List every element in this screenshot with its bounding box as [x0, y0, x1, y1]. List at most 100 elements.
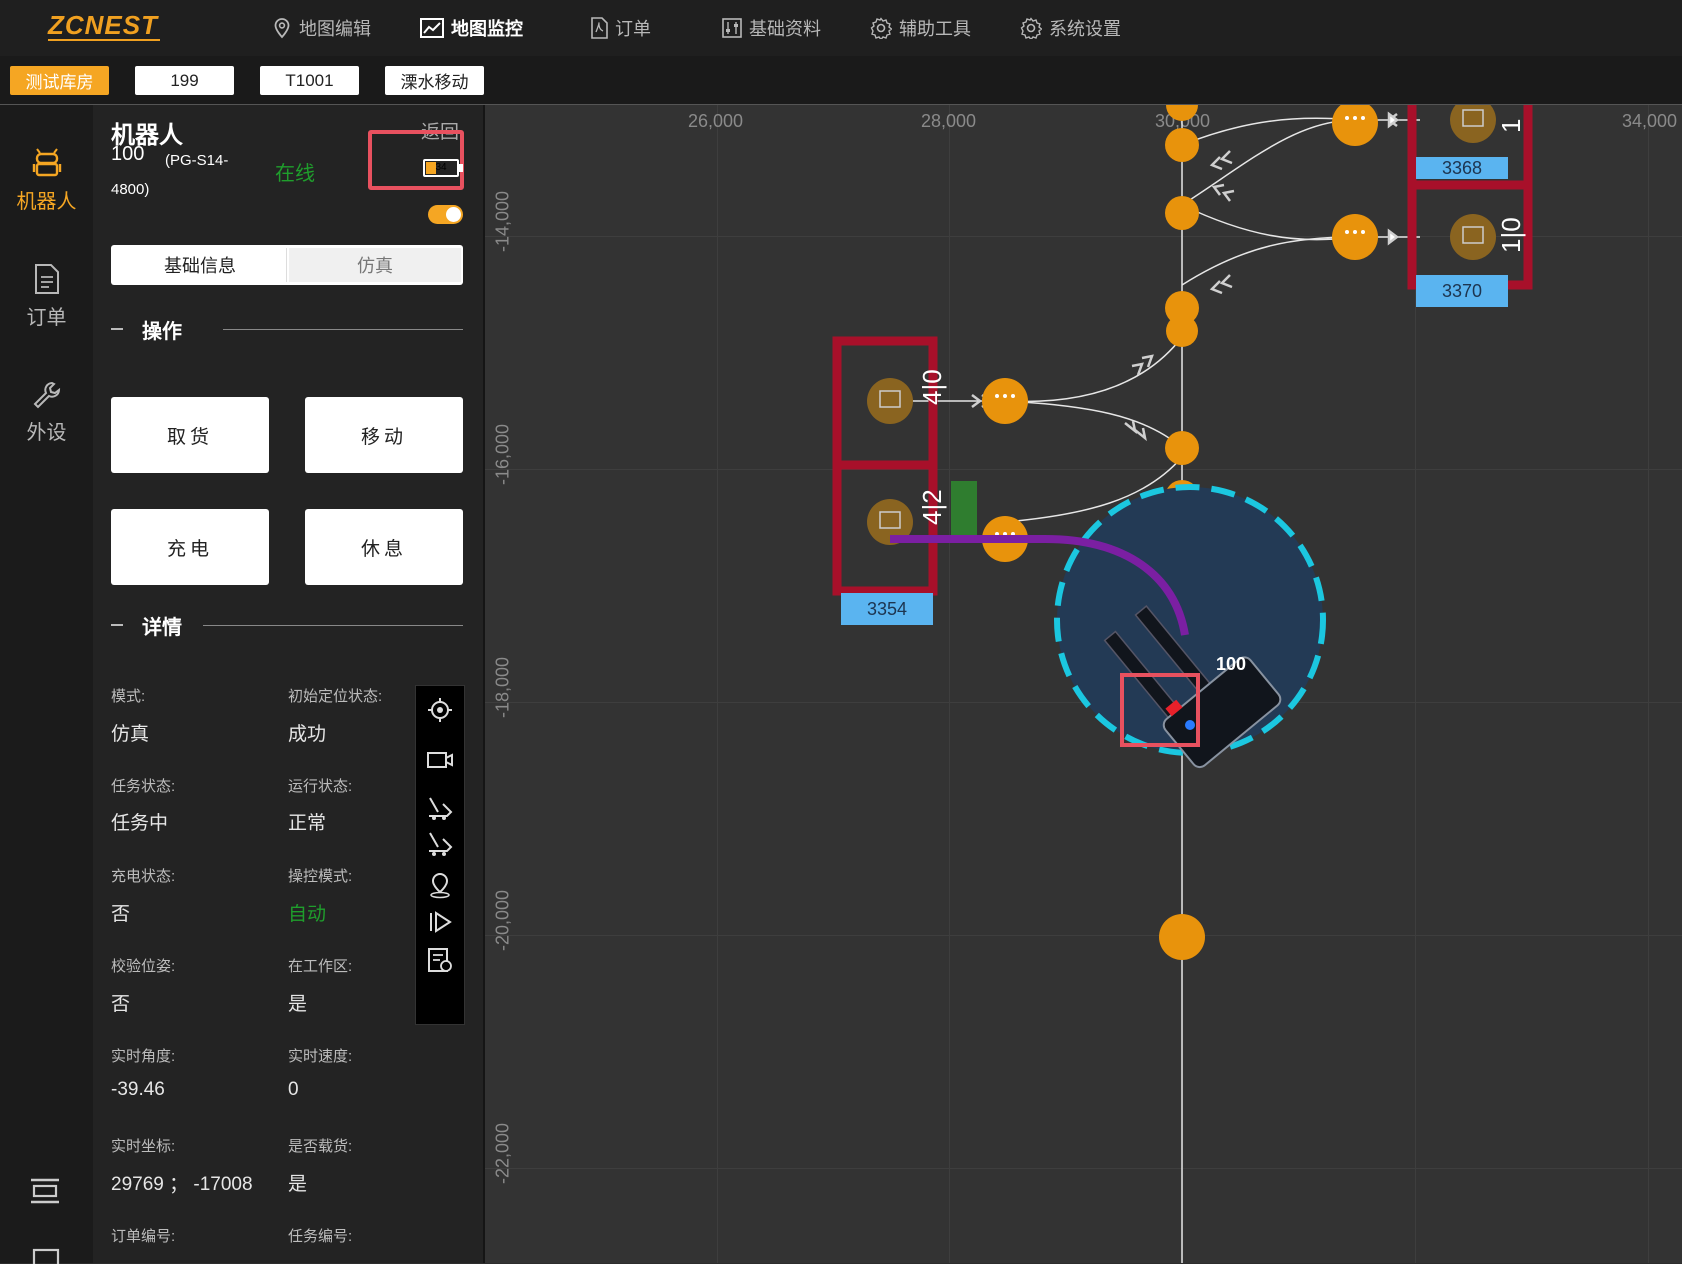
- rail-label: 外设: [26, 422, 67, 444]
- rail-item-robot[interactable]: 机器人: [0, 147, 93, 214]
- nav-label: 系统设置: [1049, 19, 1121, 39]
- nav-label: 基础资料: [749, 19, 821, 39]
- robot-enable-toggle[interactable]: [428, 205, 463, 224]
- waypoint: [1332, 214, 1378, 260]
- shelf-code: 1|0: [1496, 217, 1526, 253]
- shelf-code: 4|2: [917, 489, 947, 525]
- forklift-icon[interactable]: [426, 794, 454, 822]
- section-title: 操作: [142, 320, 182, 343]
- context-field-1[interactable]: 199: [135, 66, 234, 95]
- robot-center-dot: [1185, 720, 1195, 730]
- map-canvas[interactable]: 26,000 28,000 30,000 34,000 -14,000 -16,…: [485, 105, 1682, 1263]
- top-navigation-bar: ZCNEST 地图编辑 地图监控 订单 基础资料 辅助工具 系统设置: [0, 0, 1682, 56]
- detail-label-speed: 实时速度:: [288, 1048, 353, 1065]
- waypoint: [1166, 105, 1198, 121]
- context-bar: 测试库房 199 T1001 溧水移动: [0, 56, 1682, 105]
- robot-model-line2: 4800): [111, 181, 150, 198]
- rest-button[interactable]: 休息: [305, 509, 463, 585]
- layout-icon[interactable]: [32, 1248, 60, 1264]
- section-dash: [111, 328, 123, 330]
- detail-label-init-loc: 初始定位状态:: [288, 688, 383, 705]
- play-step-icon[interactable]: [426, 908, 454, 936]
- detail-label-run-status: 运行状态:: [288, 778, 353, 795]
- sliders-icon: [722, 18, 742, 38]
- rail-label: 订单: [26, 307, 67, 329]
- charge-button[interactable]: 充电: [111, 509, 269, 585]
- detail-label-angle: 实时角度:: [111, 1048, 176, 1065]
- route-curve: [1181, 236, 1356, 286]
- detail-value-coords: 29769 ； -17008: [111, 1174, 253, 1195]
- operations-divider: [223, 317, 463, 341]
- route-curve: [1004, 336, 1183, 403]
- detail-value-loaded: 是: [288, 1174, 308, 1195]
- rail-item-orders[interactable]: 订单: [0, 263, 93, 330]
- nav-label: 地图编辑: [299, 19, 371, 39]
- toggle-knob: [446, 207, 461, 222]
- tab-simulation[interactable]: 仿真: [289, 248, 461, 282]
- operations-section-header: 操作: [111, 317, 182, 343]
- robot-model-line1: (PG-S14-: [165, 152, 229, 169]
- detail-value-charge-status: 否: [111, 904, 131, 925]
- robot-tool-strip: [415, 685, 465, 1025]
- locate-target-icon[interactable]: [426, 696, 454, 724]
- nav-label: 地图监控: [451, 19, 523, 39]
- route-curve: [1181, 204, 1356, 241]
- rail-item-peripherals[interactable]: 外设: [0, 380, 93, 445]
- nav-orders[interactable]: 订单: [590, 0, 651, 56]
- wrench-icon: [33, 381, 60, 409]
- nav-system-settings[interactable]: 系统设置: [1020, 0, 1121, 56]
- waypoint: [1165, 128, 1199, 162]
- shelf-code: 4|0: [917, 369, 947, 405]
- panel-tabs: 基础信息 仿真: [111, 245, 463, 285]
- android-robot-icon: [32, 148, 61, 177]
- detail-value-run-status: 正常: [288, 813, 327, 834]
- nav-aux-tools[interactable]: 辅助工具: [870, 0, 971, 56]
- detail-label-order-no: 订单编号:: [111, 1228, 176, 1245]
- waypoint: [1165, 431, 1199, 465]
- shelf-marker-green: [951, 481, 977, 543]
- detail-label-loaded: 是否载货:: [288, 1138, 353, 1155]
- location-pin-icon[interactable]: [426, 871, 454, 899]
- divider-line: [203, 625, 463, 626]
- report-icon[interactable]: [426, 946, 454, 974]
- shelf-label-3370[interactable]: 3370: [1416, 275, 1508, 307]
- section-dash: [111, 624, 123, 626]
- app-logo: ZCNEST: [48, 10, 158, 40]
- detail-label-mode: 模式:: [111, 688, 146, 705]
- detail-value-task-status: 任务中: [111, 813, 169, 834]
- nav-label: 辅助工具: [899, 19, 971, 39]
- move-button[interactable]: 移动: [305, 397, 463, 473]
- detail-value-in-workzone: 是: [288, 994, 308, 1015]
- context-field-3[interactable]: 溧水移动: [385, 66, 484, 95]
- document-icon: [34, 264, 59, 294]
- online-status: 在线: [275, 163, 315, 185]
- camera-icon[interactable]: [426, 746, 454, 774]
- context-field-2[interactable]: T1001: [260, 66, 359, 95]
- shelf-label-3354[interactable]: 3354: [841, 593, 933, 625]
- tab-basic-info[interactable]: 基础信息: [114, 248, 287, 282]
- forklift-down-icon[interactable]: [426, 831, 454, 859]
- detail-label-task-status: 任务状态:: [111, 778, 176, 795]
- left-icon-rail: 机器人 订单 外设: [0, 105, 93, 1264]
- detail-value-angle: -39.46: [111, 1079, 165, 1100]
- collapse-panel-icon[interactable]: [29, 1178, 61, 1204]
- waypoint: [1159, 914, 1205, 960]
- detail-label-control-mode: 操控模式:: [288, 868, 353, 885]
- nav-map-monitor[interactable]: 地图监控: [420, 0, 523, 56]
- details-divider: [203, 613, 463, 637]
- divider-line: [223, 329, 463, 330]
- robot-detail-panel: 机器人 100 (PG-S14- 4800) 在线 返回 34 基础信息 仿真 …: [93, 105, 485, 1263]
- robot-label: 100: [1216, 654, 1246, 674]
- detail-label-task-no: 任务编号:: [288, 1228, 353, 1245]
- route-curve: [1004, 400, 1183, 449]
- nav-basic-data[interactable]: 基础资料: [722, 0, 821, 56]
- detail-value-mode: 仿真: [111, 724, 150, 745]
- nav-map-edit[interactable]: 地图编辑: [272, 0, 371, 56]
- battery-icon: 34: [423, 159, 459, 177]
- pickup-button[interactable]: 取货: [111, 397, 269, 473]
- shelf-label-3368[interactable]: 3368: [1416, 157, 1508, 179]
- warehouse-selector[interactable]: 测试库房: [10, 66, 109, 95]
- logo-underline: [48, 39, 160, 41]
- detail-value-verify-pose: 否: [111, 994, 131, 1015]
- pdf-document-icon: [591, 17, 608, 39]
